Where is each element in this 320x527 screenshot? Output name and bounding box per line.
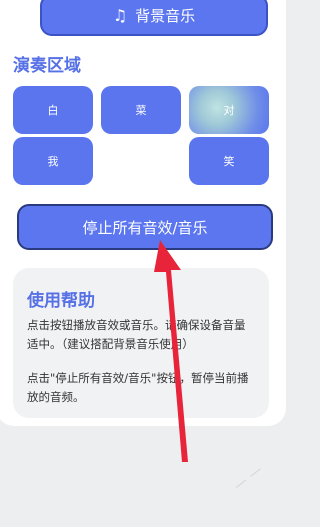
red-arrow-icon xyxy=(154,240,188,462)
